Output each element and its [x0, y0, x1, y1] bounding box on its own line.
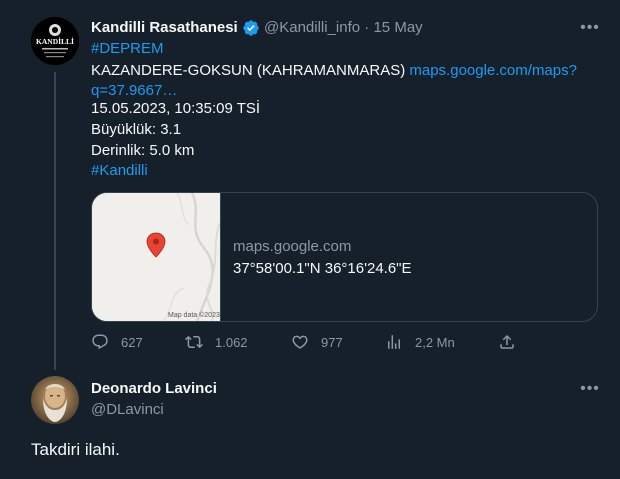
tweet-date[interactable]: 15 May	[373, 19, 422, 36]
heart-icon	[292, 335, 308, 349]
maps-link-continued[interactable]: q=37.9667…	[91, 81, 177, 101]
retweet-count: 1.062	[215, 334, 248, 350]
more-options-button[interactable]: •••	[578, 16, 602, 40]
views-count: 2,2 Mn	[415, 334, 455, 350]
reply-count: 627	[121, 334, 143, 350]
views-button[interactable]: 2,2 Mn	[385, 333, 455, 351]
kandilli-logo-icon: KANDİLLİ	[31, 17, 79, 65]
map-thumbnail: Map data ©2023	[92, 193, 221, 321]
author-meta: @Kandilli_info · 15 May	[264, 19, 423, 36]
retweet-icon	[185, 335, 203, 349]
hashtag-deprem[interactable]: #DEPREM	[91, 39, 164, 59]
map-image: Map data ©2023	[92, 193, 221, 321]
kandilli-avatar[interactable]: KANDİLLİ	[31, 17, 79, 65]
reply-more-dots-icon: •••	[580, 380, 600, 397]
hashtag-kandilli[interactable]: #Kandilli	[91, 161, 148, 181]
tweet-location-line: KAZANDERE-GOKSUN (KAHRAMANMARAS) maps.go…	[91, 61, 591, 81]
share-button[interactable]	[498, 333, 516, 351]
quake-datetime: 15.05.2023, 10:35:09 TSİ	[91, 100, 261, 117]
card-title: 37°58'00.1"N 36°16'24.6"E	[233, 260, 412, 277]
reply-icon	[92, 334, 108, 350]
maps-link[interactable]: maps.google.com/maps?	[409, 62, 577, 79]
avatar-text: KANDİLLİ	[36, 36, 74, 46]
location-text: KAZANDERE-GOKSUN (KAHRAMANMARAS)	[91, 62, 406, 79]
share-icon	[500, 334, 514, 349]
thread-connector-line	[54, 72, 56, 370]
reply-button[interactable]: 627	[91, 333, 143, 351]
reply-more-options-button[interactable]: •••	[578, 377, 602, 401]
link-preview-card[interactable]: Map data ©2023 maps.google.com 37°58'00.…	[91, 192, 598, 322]
author-name[interactable]: Kandilli Rasathanesi	[91, 19, 238, 36]
portrait-image	[43, 384, 67, 422]
deonardo-avatar[interactable]	[31, 376, 79, 424]
reply-author-name[interactable]: Deonardo Lavinci	[91, 380, 217, 397]
like-button[interactable]: 977	[291, 333, 343, 351]
quake-depth: Derinlik: 5.0 km	[91, 142, 195, 159]
reply-author-handle[interactable]: @DLavinci	[91, 401, 164, 418]
retweet-button[interactable]: 1.062	[185, 333, 248, 351]
author-handle[interactable]: @Kandilli_info	[264, 19, 360, 36]
map-credit: Map data ©2023	[168, 311, 220, 319]
tweet-action-bar: 627 1.062 977 2,2 Mn	[91, 333, 521, 353]
more-dots-icon: •••	[580, 19, 600, 36]
meta-separator: ·	[364, 19, 370, 36]
quake-magnitude: Büyüklük: 3.1	[91, 121, 182, 138]
like-count: 977	[321, 334, 343, 350]
card-domain: maps.google.com	[233, 238, 352, 255]
views-chart-icon	[388, 335, 400, 349]
reply-text: Takdiri ilahi.	[31, 440, 120, 459]
verified-badge-icon	[243, 20, 259, 36]
